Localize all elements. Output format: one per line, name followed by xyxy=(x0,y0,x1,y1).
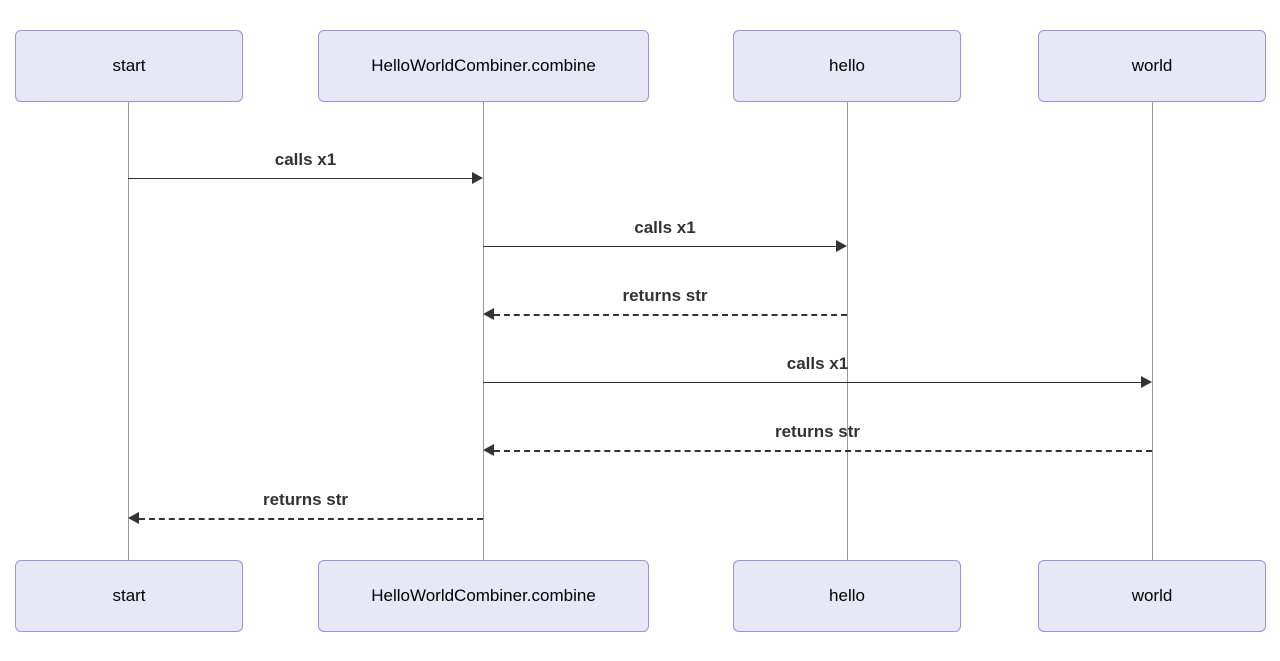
participant-start-top: start xyxy=(15,30,243,102)
participant-label: world xyxy=(1132,586,1173,606)
arrow-head-icon xyxy=(836,240,847,252)
lifeline-combine xyxy=(483,100,484,562)
participant-label: start xyxy=(112,586,145,606)
participant-label: start xyxy=(112,56,145,76)
message-arrow-dashed xyxy=(494,314,847,316)
participant-label: hello xyxy=(829,56,865,76)
participant-combine-bottom: HelloWorldCombiner.combine xyxy=(318,560,649,632)
message-label: calls x1 xyxy=(128,150,483,170)
message-label: returns str xyxy=(483,422,1152,442)
participant-label: HelloWorldCombiner.combine xyxy=(371,56,596,76)
arrow-head-icon xyxy=(128,512,139,524)
participant-label: hello xyxy=(829,586,865,606)
lifeline-world xyxy=(1152,100,1153,562)
participant-start-bottom: start xyxy=(15,560,243,632)
message-label: calls x1 xyxy=(483,218,847,238)
participant-world-bottom: world xyxy=(1038,560,1266,632)
participant-hello-top: hello xyxy=(733,30,961,102)
message-label: calls x1 xyxy=(483,354,1152,374)
arrow-head-icon xyxy=(1141,376,1152,388)
message-arrow xyxy=(483,246,836,247)
participant-combine-top: HelloWorldCombiner.combine xyxy=(318,30,649,102)
message-arrow-dashed xyxy=(494,450,1152,452)
participant-label: world xyxy=(1132,56,1173,76)
participant-world-top: world xyxy=(1038,30,1266,102)
lifeline-hello xyxy=(847,100,848,562)
message-arrow xyxy=(128,178,472,179)
message-arrow xyxy=(483,382,1141,383)
arrow-head-icon xyxy=(472,172,483,184)
message-label: returns str xyxy=(128,490,483,510)
arrow-head-icon xyxy=(483,308,494,320)
participant-label: HelloWorldCombiner.combine xyxy=(371,586,596,606)
participant-hello-bottom: hello xyxy=(733,560,961,632)
message-label: returns str xyxy=(483,286,847,306)
message-arrow-dashed xyxy=(139,518,483,520)
arrow-head-icon xyxy=(483,444,494,456)
